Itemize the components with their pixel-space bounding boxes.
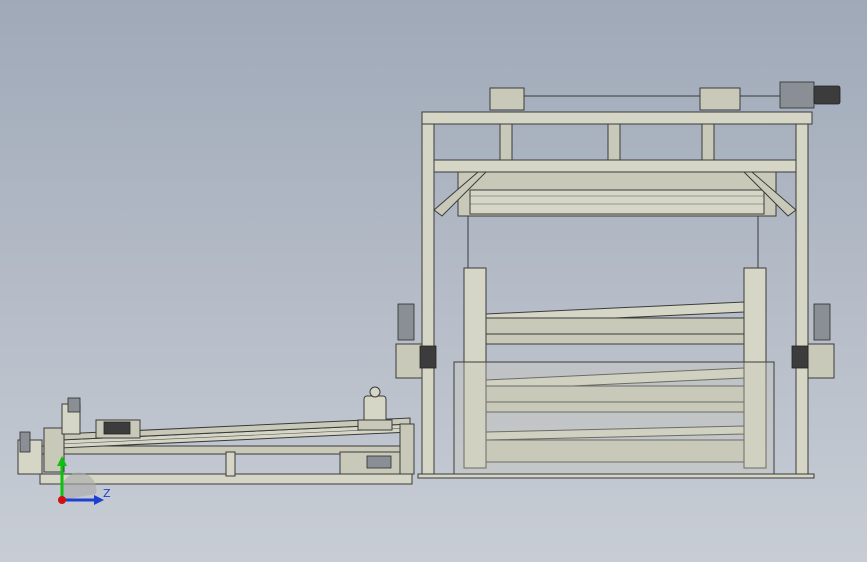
right-side-bracket (807, 343, 835, 379)
triad-origin (58, 496, 66, 504)
conveyor-support-leg (225, 451, 236, 477)
conveyor-drive-motor (366, 455, 392, 469)
left-end-motor (19, 431, 31, 453)
conveyor-right-post (399, 423, 415, 475)
left-side-bracket (395, 343, 423, 379)
machine-drawing: Z (17, 81, 841, 505)
lower-frame-box (453, 361, 775, 475)
right-column-clamp (791, 345, 809, 369)
top-drive-motor (813, 85, 841, 105)
gantry-stacker (395, 81, 841, 479)
z-axis-label: Z (103, 487, 111, 500)
top-post-3 (701, 123, 715, 161)
gantry-floor-line (417, 473, 815, 479)
carriage-plate (469, 189, 765, 215)
tray-1-body (485, 317, 745, 335)
filter-base (357, 419, 393, 431)
lift-crossbar-1 (485, 333, 745, 345)
top-post-1 (499, 123, 513, 161)
filter-cap (369, 386, 381, 398)
left-column-clamp (419, 345, 437, 369)
gantry-top-beam (421, 111, 813, 125)
top-post-2 (607, 123, 621, 161)
right-side-motor (813, 303, 831, 341)
left-side-motor (397, 303, 415, 341)
cad-viewport[interactable]: Z (0, 0, 867, 562)
drive-motor (103, 421, 131, 435)
top-bearing-right (699, 87, 741, 111)
tensioner-motor (67, 397, 81, 413)
inclined-conveyor (17, 386, 415, 485)
gantry-right-column (795, 117, 809, 475)
gantry-second-beam (433, 159, 797, 173)
top-bearing-left (489, 87, 525, 111)
top-gearbox (779, 81, 815, 109)
gantry-left-column (421, 117, 435, 475)
